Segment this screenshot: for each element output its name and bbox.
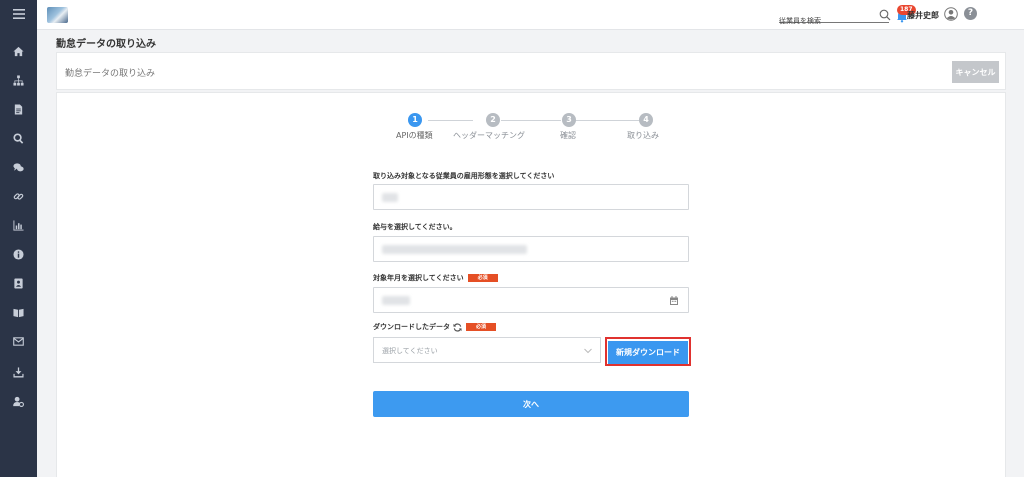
employee-search-input[interactable] — [779, 14, 889, 28]
employment-type-label: 取り込み対象となる従業員の雇用形態を選択してください — [373, 172, 555, 180]
redacted-value — [382, 296, 410, 305]
org-chart-icon[interactable] — [0, 70, 37, 90]
cancel-button[interactable]: キャンセル — [952, 61, 999, 83]
contact-card-icon[interactable] — [0, 273, 37, 293]
info-icon[interactable] — [0, 244, 37, 264]
card-body — [56, 92, 1006, 477]
redacted-value — [382, 193, 398, 202]
employment-type-select[interactable] — [373, 184, 689, 210]
step-3-circle: 3 — [562, 113, 576, 127]
bar-chart-icon[interactable] — [0, 215, 37, 235]
book-icon[interactable] — [0, 302, 37, 322]
downloaded-data-select[interactable]: 選択してください — [373, 337, 601, 363]
page-title: 勤怠データの取り込み — [56, 39, 156, 50]
step-4-circle: 4 — [639, 113, 653, 127]
search-icon[interactable] — [0, 128, 37, 148]
user-name[interactable]: 藤井史郎 — [907, 10, 939, 21]
salary-label: 給与を選択してください。 — [373, 223, 457, 231]
menu-icon[interactable] — [0, 4, 37, 24]
user-avatar-icon[interactable] — [944, 7, 958, 21]
help-icon[interactable]: ? — [964, 7, 977, 20]
new-download-highlight: 新規ダウンロード — [605, 337, 691, 366]
step-1-label: APIの種類 — [396, 131, 433, 140]
download-icon[interactable] — [0, 362, 37, 382]
user-settings-icon[interactable] — [0, 391, 37, 411]
calendar-icon[interactable] — [670, 296, 678, 305]
select-placeholder: 選択してください — [382, 347, 438, 355]
sidebar — [0, 0, 37, 477]
search-icon[interactable] — [879, 9, 891, 21]
stepper-connector — [575, 120, 639, 121]
card-header: 勤怠データの取り込み キャンセル — [56, 52, 1006, 90]
step-2-label: ヘッダーマッチング — [453, 131, 525, 140]
employee-search-field[interactable] — [779, 8, 889, 28]
chat-icon[interactable] — [0, 157, 37, 177]
chevron-down-icon[interactable] — [584, 348, 592, 354]
home-icon[interactable] — [0, 41, 37, 61]
required-badge: 必須 — [467, 274, 498, 282]
redacted-value — [382, 245, 527, 254]
new-download-button[interactable]: 新規ダウンロード — [608, 341, 688, 364]
step-3-label: 確認 — [560, 131, 576, 140]
card-title: 勤怠データの取り込み — [65, 69, 156, 79]
required-badge: 必須 — [466, 323, 496, 331]
refresh-icon[interactable] — [453, 322, 462, 332]
mail-icon[interactable] — [0, 331, 37, 351]
step-4-label: 取り込み — [627, 131, 659, 140]
step-2-circle: 2 — [486, 113, 500, 127]
next-button[interactable]: 次へ — [373, 391, 689, 417]
document-icon[interactable] — [0, 99, 37, 119]
step-1-circle: 1 — [408, 113, 422, 127]
target-month-picker[interactable] — [373, 287, 689, 313]
target-month-label: 対象年月を選択してください — [373, 274, 464, 282]
target-month-label-row: 対象年月を選択してください 必須 — [373, 273, 498, 283]
download-data-label-row: ダウンロードしたデータ 必須 — [373, 322, 496, 332]
download-data-label: ダウンロードしたデータ — [373, 323, 450, 331]
stepper-connector — [428, 120, 473, 121]
stepper-connector — [501, 120, 561, 121]
company-logo[interactable] — [47, 7, 68, 23]
salary-select[interactable] — [373, 236, 689, 262]
link-icon[interactable] — [0, 186, 37, 206]
